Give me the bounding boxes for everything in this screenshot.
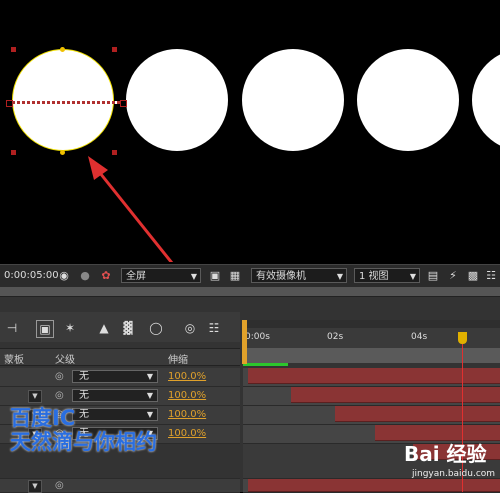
chevron-down-icon: ▼	[146, 372, 153, 381]
region-of-interest-icon[interactable]: ▣	[208, 269, 222, 283]
watermark-url: jingyan.baidu.com	[412, 469, 496, 479]
active-camera-dropdown[interactable]: 有效摄像机 ▼	[251, 268, 347, 283]
timeline-panel-header	[0, 287, 500, 297]
pickwhip-icon[interactable]: ◎	[55, 371, 66, 382]
camera-icon[interactable]: ◉	[57, 269, 71, 283]
layer-row[interactable]: ◎ 无 ▼ 100.0%	[0, 368, 240, 387]
stretch-value[interactable]: 100.0%	[168, 428, 206, 439]
stretch-value[interactable]: 100.0%	[168, 409, 206, 420]
trkmat-dropdown[interactable]: ▼	[28, 480, 42, 493]
chevron-down-icon: ▼	[336, 272, 343, 281]
magnification-label: 全屏	[126, 271, 146, 282]
lock-icon[interactable]: ☷	[206, 320, 222, 336]
stretch-value[interactable]: 100.0%	[168, 390, 206, 401]
chevron-down-icon: ▼	[146, 391, 153, 400]
parent-dropdown[interactable]: 无 ▼	[72, 370, 158, 383]
chevron-down-icon: ▼	[146, 410, 153, 419]
work-area-bar[interactable]	[243, 320, 500, 328]
parent-value: 无	[79, 409, 89, 420]
parent-column-label: 父级	[55, 355, 75, 366]
pickwhip-icon[interactable]: ◎	[55, 390, 66, 401]
trkmat-column-label: 蒙板	[4, 355, 24, 366]
fast-preview-icon[interactable]: ⚡	[446, 269, 460, 283]
chevron-down-icon: ▼	[409, 272, 416, 281]
parent-dropdown[interactable]: 无 ▼	[72, 389, 158, 402]
person-icon[interactable]: ●	[78, 269, 92, 283]
flowchart-icon[interactable]: ☷	[484, 269, 498, 283]
connect-icon[interactable]: ⊣	[4, 320, 20, 336]
layer-row[interactable]: ▼ ◎	[0, 479, 240, 493]
timecode-display[interactable]: 0:00:05:00	[0, 268, 59, 283]
watermark-text: 天然滴与你相约	[10, 430, 157, 454]
layer-duration-bar[interactable]	[291, 387, 500, 403]
magnification-dropdown[interactable]: 全屏 ▼	[121, 268, 201, 283]
watermark-logo: Bai 经验	[404, 442, 487, 466]
toggle-pixel-icon[interactable]: ▤	[426, 269, 440, 283]
viewer-toolbar: 0:00:05:00 ◉ ● ✿ 全屏 ▼ ▣ ▦ 有效摄像机 ▼ 1 视图 ▼ ▤ …	[0, 264, 500, 288]
chevron-down-icon: ▼	[190, 272, 197, 281]
view-layout-label: 1 视图	[359, 271, 389, 282]
view-layout-dropdown[interactable]: 1 视图 ▼	[354, 268, 420, 283]
timeline-icon[interactable]: ▩	[466, 269, 480, 283]
brainstorm-icon[interactable]: ◯	[148, 320, 164, 336]
ruler-tick-label: 04s	[411, 332, 428, 342]
graph-editor-icon[interactable]: ◎	[182, 320, 198, 336]
frame-blending-icon[interactable]: ▲	[96, 320, 112, 336]
color-channels-icon[interactable]: ✿	[99, 269, 113, 283]
ruler-tick-label: 02s	[327, 332, 344, 342]
ruler-tick-label: 0:00s	[245, 332, 270, 342]
parent-dropdown[interactable]: 无 ▼	[72, 408, 158, 421]
parent-value: 无	[79, 371, 89, 382]
timeline-switches-toolbar: ⊣ ▣ ✶ ▲ ▓ ◯ ◎ ☷	[0, 312, 240, 342]
render-progress-bar	[243, 363, 288, 366]
parent-value: 无	[79, 390, 89, 401]
pickwhip-icon[interactable]: ◎	[55, 480, 66, 491]
layer-column-header: 蒙板 父级 伸缩	[0, 348, 240, 366]
layer-duration-bar[interactable]	[335, 406, 500, 422]
stretch-column-label: 伸缩	[168, 355, 188, 366]
transparency-grid-icon[interactable]: ▦	[228, 269, 242, 283]
current-time-indicator[interactable]	[458, 332, 467, 344]
stretch-value[interactable]: 100.0%	[168, 371, 206, 382]
work-area-start-marker[interactable]	[242, 320, 247, 364]
composition-viewer[interactable]	[0, 0, 500, 262]
active-camera-label: 有效摄像机	[256, 271, 306, 282]
composition-icon[interactable]: ▣	[36, 320, 54, 338]
shy-layer-icon[interactable]: ✶	[62, 320, 78, 336]
motion-blur-icon[interactable]: ▓	[120, 320, 136, 336]
annotation-arrow	[88, 156, 174, 262]
